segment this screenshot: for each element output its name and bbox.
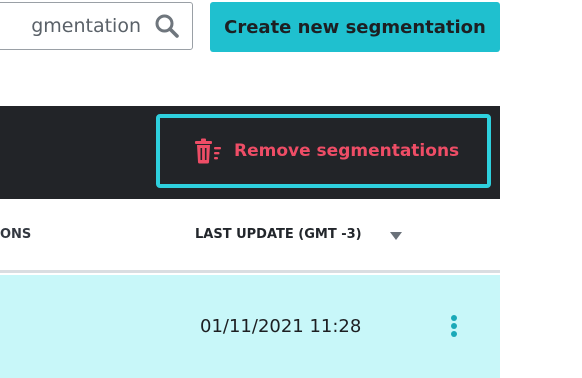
column-header-last-update[interactable]: LAST UPDATE (GMT -3)	[195, 199, 362, 270]
table-row[interactable]: 01/11/2021 11:28	[0, 275, 500, 378]
column-header-ons[interactable]: ONS	[0, 199, 31, 270]
kebab-menu-icon[interactable]	[446, 315, 462, 341]
remove-segmentations-label: Remove segmentations	[234, 141, 460, 161]
trash-icon	[195, 138, 221, 164]
table-header: ONS LAST UPDATE (GMT -3)	[0, 199, 500, 273]
remove-segmentations-button[interactable]: Remove segmentations	[156, 114, 491, 188]
search-input[interactable]: gmentation	[0, 3, 141, 49]
search-icon[interactable]	[154, 13, 180, 39]
create-segmentation-button[interactable]: Create new segmentation	[210, 2, 500, 52]
search-field[interactable]: gmentation	[0, 2, 193, 50]
sort-down-icon[interactable]	[390, 232, 402, 240]
last-update-cell: 01/11/2021 11:28	[200, 316, 362, 337]
bulk-actions-toolbar: Remove segmentations	[0, 106, 500, 199]
